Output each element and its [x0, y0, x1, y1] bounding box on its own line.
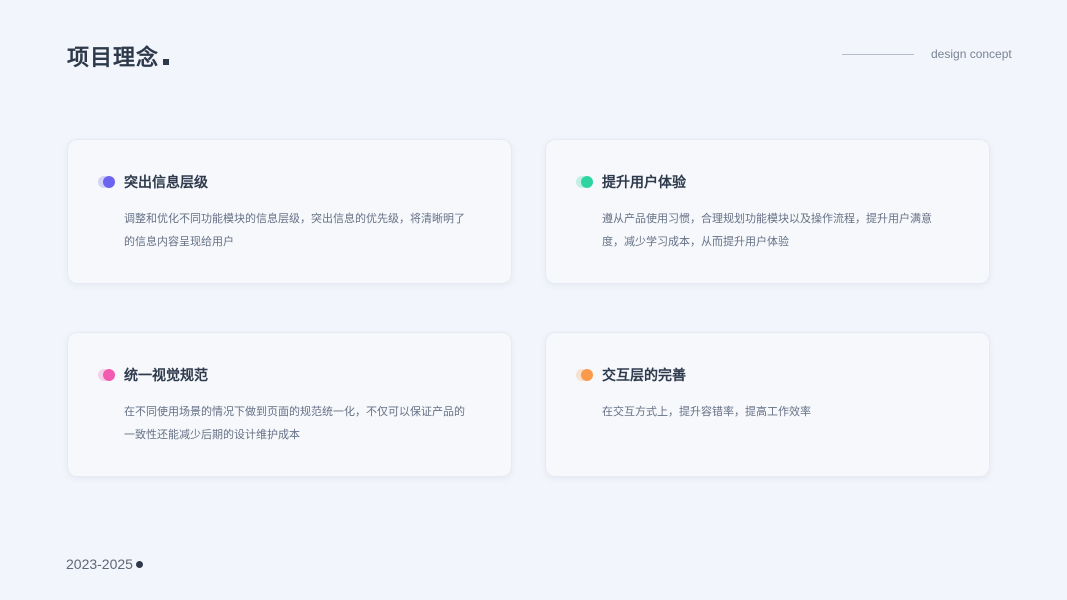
card-title: 突出信息层级 — [124, 175, 208, 191]
card-bullet-icon — [98, 369, 118, 381]
card-title: 提升用户体验 — [602, 175, 686, 191]
card-description: 在不同使用场景的情况下做到页面的规范统一化，不仅可以保证产品的一致性还能减少后期… — [124, 405, 465, 441]
card-title: 统一视觉规范 — [124, 368, 208, 384]
concept-card-user-experience: 提升用户体验 遵从产品使用习惯，合理规划功能模块以及操作流程，提升用户满意度，减… — [545, 139, 990, 284]
title-square-dot — [163, 59, 169, 65]
page-title: 项目理念 — [67, 46, 160, 71]
year-range: 2023-2025 — [66, 556, 133, 572]
year-dot — [136, 561, 143, 568]
bullet-core — [103, 369, 115, 381]
concept-card-visual-standard: 统一视觉规范 在不同使用场景的情况下做到页面的规范统一化，不仅可以保证产品的一致… — [67, 332, 512, 477]
page-subtitle: design concept — [931, 47, 1012, 61]
bullet-core — [581, 176, 593, 188]
bullet-core — [581, 369, 593, 381]
card-description: 在交互方式上，提升容错率，提高工作效率 — [602, 405, 811, 418]
card-description: 遵从产品使用习惯，合理规划功能模块以及操作流程，提升用户满意度，减少学习成本，从… — [602, 212, 932, 248]
subtitle-divider-line — [842, 54, 914, 55]
card-bullet-icon — [98, 176, 118, 188]
concept-card-info-hierarchy: 突出信息层级 调整和优化不同功能模块的信息层级，突出信息的优先级，将清晰明了的信… — [67, 139, 512, 284]
slide: 项目理念 design concept 突出信息层级 调整和优化不同功能模块的信… — [0, 0, 1067, 600]
card-bullet-icon — [576, 176, 596, 188]
bullet-core — [103, 176, 115, 188]
card-bullet-icon — [576, 369, 596, 381]
card-title: 交互层的完善 — [602, 368, 686, 384]
concept-card-interaction-layer: 交互层的完善 在交互方式上，提升容错率，提高工作效率 — [545, 332, 990, 477]
card-description: 调整和优化不同功能模块的信息层级，突出信息的优先级，将清晰明了的信息内容呈现给用… — [124, 212, 465, 248]
